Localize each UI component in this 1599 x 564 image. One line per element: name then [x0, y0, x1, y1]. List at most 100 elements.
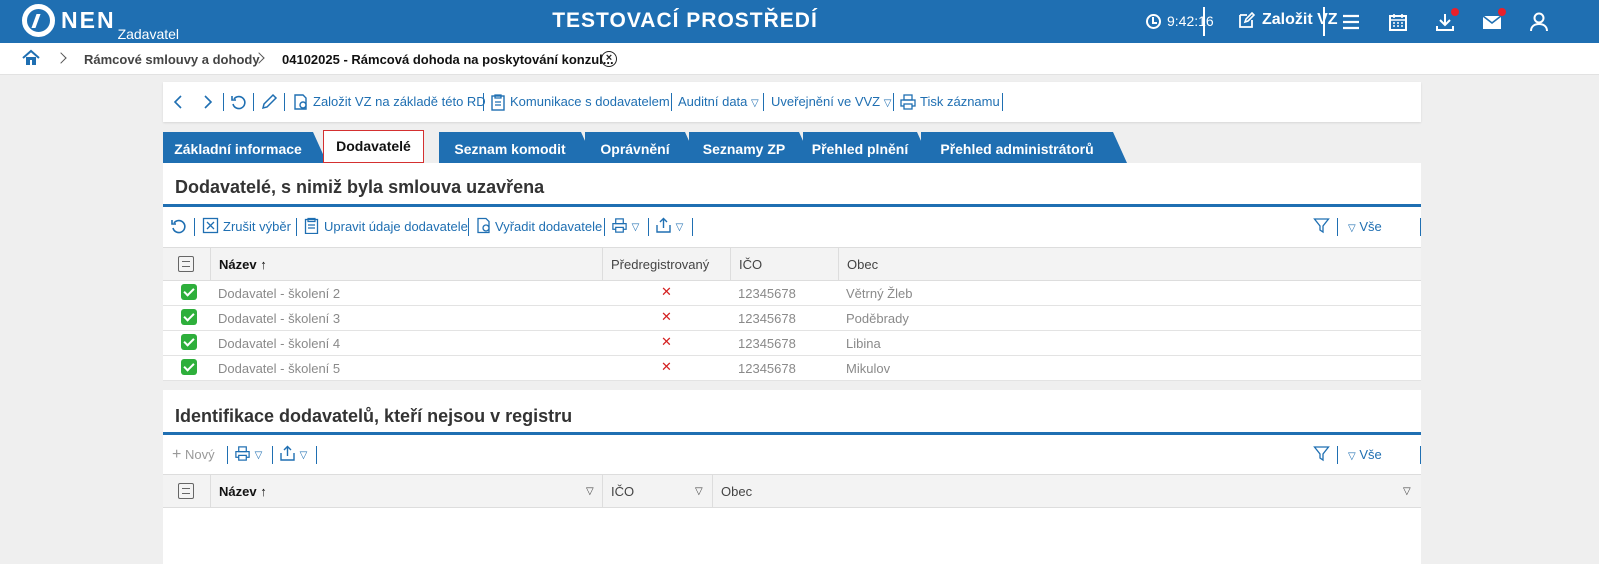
- supplier-name: Dodavatel - školení 5: [218, 361, 341, 376]
- clear-selection-button[interactable]: Zrušit výběr: [223, 219, 291, 234]
- separator: [483, 93, 484, 111]
- print-dropdown[interactable]: ▽: [234, 445, 262, 465]
- export-dropdown[interactable]: ▽: [655, 217, 683, 237]
- tab-zp-lists[interactable]: Seznamy ZP: [689, 132, 813, 163]
- print-dropdown[interactable]: ▽: [611, 217, 639, 237]
- column-header-city[interactable]: Obec: [838, 248, 1421, 280]
- audit-data-dropdown[interactable]: Auditní data ▽: [678, 94, 759, 109]
- row-checkbox[interactable]: [181, 309, 197, 325]
- calendar-icon[interactable]: [1387, 11, 1409, 33]
- filter-icon[interactable]: [1313, 217, 1330, 234]
- view-all-dropdown[interactable]: ▽ Vše: [1348, 447, 1382, 462]
- supplier-ico: 12345678: [738, 361, 796, 376]
- print-record-button[interactable]: Tisk záznamu: [920, 94, 1000, 109]
- tab-suppliers[interactable]: Dodavatelé: [323, 130, 424, 163]
- refresh-icon[interactable]: [230, 93, 248, 111]
- publish-vvz-dropdown[interactable]: Uveřejnění ve VVZ ▽: [771, 94, 891, 109]
- column-filter-icon[interactable]: ▽: [695, 486, 703, 497]
- separator: [671, 93, 672, 111]
- remove-supplier-button[interactable]: Vyřadit dodavatele: [495, 219, 602, 234]
- communication-button[interactable]: Komunikace s dodavatelem: [510, 94, 670, 109]
- user-icon[interactable]: [1528, 11, 1550, 33]
- supplier-ico: 12345678: [738, 311, 796, 326]
- breadcrumb-item[interactable]: Rámcové smlouvy a dohody: [84, 52, 260, 67]
- cross-icon: ✕: [661, 284, 672, 299]
- tab-basic-info[interactable]: Základní informace: [163, 132, 327, 163]
- filter-icon[interactable]: [1313, 445, 1330, 462]
- previous-icon[interactable]: [173, 94, 183, 110]
- row-checkbox[interactable]: [181, 334, 197, 350]
- column-header-preregistered[interactable]: Předregistrovaný: [602, 248, 730, 280]
- view-all-dropdown[interactable]: ▽ Vše: [1348, 219, 1382, 234]
- separator: [1420, 218, 1421, 236]
- column-header-label: Název: [219, 257, 257, 272]
- dropdown-triangle-icon: ▽: [883, 98, 892, 109]
- row-checkbox[interactable]: [181, 284, 197, 300]
- column-header-name[interactable]: Název ↑: [210, 248, 602, 280]
- table-header: Název ↑ ▽ IČO ▽ Obec ▽: [163, 474, 1421, 508]
- dropdown-triangle-icon: ▽: [1348, 451, 1356, 462]
- next-icon[interactable]: [203, 94, 213, 110]
- section-title: Identifikace dodavatelů, kteří nejsou v …: [175, 406, 573, 426]
- column-header-city[interactable]: Obec: [712, 475, 1421, 507]
- separator: [1002, 93, 1003, 111]
- menu-icon[interactable]: [1340, 11, 1362, 33]
- refresh-icon[interactable]: [170, 217, 188, 235]
- section-title: Dodavatelé, s nimiž byla smlouva uzavřen…: [175, 177, 545, 197]
- table-row[interactable]: Dodavatel - školení 3 ✕ 12345678 Poděbra…: [163, 306, 1421, 331]
- pencil-icon[interactable]: [260, 93, 278, 111]
- clipboard-icon: [304, 217, 319, 234]
- close-icon[interactable]: ×: [601, 51, 617, 67]
- header-divider: [1203, 7, 1205, 36]
- create-vz-from-rd-button[interactable]: Založit VZ na základě této RD: [313, 94, 486, 109]
- export-icon: [280, 445, 295, 461]
- tab-bar: Základní informace Dodavatelé Seznam kom…: [163, 130, 1163, 163]
- cross-icon: ✕: [661, 309, 672, 324]
- row-checkbox[interactable]: [181, 359, 197, 375]
- separator: [272, 446, 273, 464]
- supplier-city: Mikulov: [846, 361, 891, 376]
- suppliers-section: Dodavatelé, s nimiž byla smlouva uzavřen…: [163, 163, 1421, 381]
- top-bar: NEN Zadavatel TESTOVACÍ PROSTŘEDÍ 9:42:1…: [0, 0, 1599, 43]
- column-settings-icon[interactable]: [178, 483, 194, 499]
- supplier-name: Dodavatel - školení 2: [218, 286, 341, 301]
- new-button[interactable]: + Nový: [172, 446, 215, 464]
- separator: [763, 93, 764, 111]
- dropdown-triangle-icon: ▽: [254, 450, 263, 461]
- edit-supplier-button[interactable]: Upravit údaje dodavatele: [324, 219, 468, 234]
- plus-icon: +: [172, 446, 182, 463]
- separator: [194, 218, 195, 236]
- home-icon[interactable]: [22, 49, 40, 67]
- separator: [223, 93, 224, 111]
- separator: [1420, 446, 1421, 464]
- header-divider: [1323, 7, 1325, 36]
- cross-icon: ✕: [661, 359, 672, 374]
- supplier-name: Dodavatel - školení 4: [218, 336, 341, 351]
- table-row[interactable]: Dodavatel - školení 4 ✕ 12345678 Libina: [163, 331, 1421, 356]
- column-filter-icon[interactable]: ▽: [586, 486, 594, 497]
- supplier-city: Větrný Žleb: [846, 286, 913, 301]
- view-all-label: Vše: [1359, 219, 1382, 234]
- table-row[interactable]: Dodavatel - školení 5 ✕ 12345678 Mikulov: [163, 356, 1421, 381]
- chevron-right-icon: [55, 52, 67, 64]
- separator: [1337, 218, 1338, 236]
- table-row[interactable]: Dodavatel - školení 2 ✕ 12345678 Větrný …: [163, 281, 1421, 306]
- column-header-name[interactable]: Název ↑: [210, 475, 602, 507]
- document-gear-icon: [477, 217, 490, 234]
- tab-permissions[interactable]: Oprávnění: [585, 132, 699, 163]
- column-header-ico[interactable]: IČO: [730, 248, 838, 280]
- column-settings-icon[interactable]: [178, 256, 194, 272]
- separator: [1337, 446, 1338, 464]
- tab-commodities[interactable]: Seznam komodit: [439, 132, 595, 163]
- tab-fulfillment[interactable]: Přehled plnění: [803, 132, 931, 163]
- tab-administrators[interactable]: Přehled administrátorů: [921, 132, 1127, 163]
- clear-selection-icon: [202, 217, 219, 234]
- view-all-label: Vše: [1359, 447, 1382, 462]
- supplier-city: Libina: [846, 336, 881, 351]
- clock-icon: [1146, 13, 1161, 29]
- clock-time: 9:42:16: [1167, 13, 1214, 29]
- separator: [692, 218, 693, 236]
- export-dropdown[interactable]: ▽: [279, 445, 307, 465]
- column-filter-icon[interactable]: ▽: [1403, 486, 1411, 497]
- dropdown-triangle-icon: ▽: [1348, 223, 1356, 234]
